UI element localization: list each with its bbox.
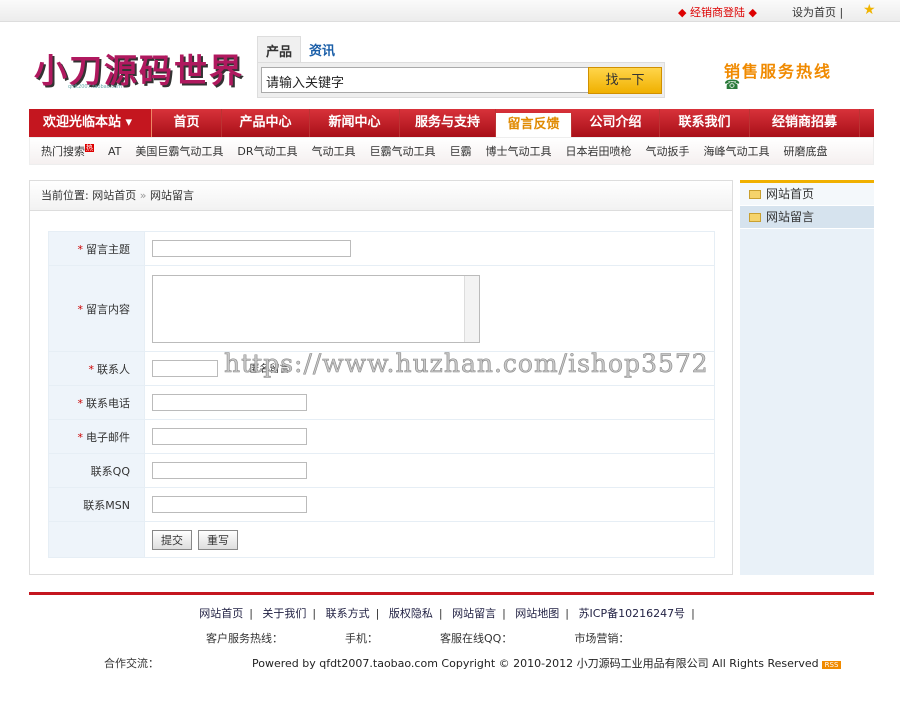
contact-input[interactable]: [152, 360, 218, 378]
email-label: 电子邮件: [86, 430, 130, 444]
hot-search-item[interactable]: 海峰气动工具: [704, 143, 770, 159]
copyright: Powered by qfdt2007.taobao.com Copyright…: [252, 655, 842, 671]
main-nav: 欢迎光临本站 ▾ 首页 产品中心 新闻中心 服务与支持 留言反馈 公司介绍 联系…: [29, 109, 874, 137]
reset-button[interactable]: 重写: [198, 529, 238, 550]
hot-search-bar: 热门搜索热 AT 美国巨霸气动工具 DR气动工具 气动工具 巨霸气动工具 巨霸 …: [29, 137, 874, 165]
nav-home[interactable]: 首页: [152, 109, 222, 137]
nav-contact[interactable]: 联系我们: [660, 109, 750, 137]
welcome-dropdown[interactable]: 欢迎光临本站 ▾: [29, 109, 152, 137]
phone-label: 联系电话: [86, 396, 130, 410]
footer-contact-info: 客户服务热线： 手机： 客服在线QQ： 市场营销：: [206, 630, 629, 646]
online-qq: 客服在线QQ：: [440, 632, 513, 645]
favorite-star-icon[interactable]: ★: [863, 2, 876, 18]
nav-products[interactable]: 产品中心: [222, 109, 310, 137]
hot-search-label: 热门搜索热: [41, 144, 94, 158]
breadcrumb: 当前位置: 网站首页 » 网站留言: [30, 181, 732, 211]
footer-link[interactable]: 关于我们: [262, 607, 306, 620]
search-input[interactable]: 请输入关键字: [261, 67, 589, 93]
rss-icon[interactable]: RSS: [821, 661, 842, 669]
mobile: 手机：: [345, 632, 378, 645]
footer-icp-link[interactable]: 苏ICP备10216247号: [579, 607, 686, 620]
email-input[interactable]: [152, 428, 307, 445]
search-tab-products[interactable]: 产品: [257, 36, 302, 64]
hot-search-item[interactable]: 美国巨霸气动工具: [135, 143, 223, 159]
hot-search-item[interactable]: AT: [108, 145, 121, 158]
footer-divider: [29, 592, 874, 595]
dealer-login-link[interactable]: ◆ 经销商登陆 ◆: [678, 4, 757, 20]
hot-search-item[interactable]: 气动扳手: [646, 143, 690, 159]
subject-label: 留言主题: [86, 242, 130, 256]
hot-search-item[interactable]: DR气动工具: [237, 143, 297, 159]
nav-feedback[interactable]: 留言反馈: [496, 113, 572, 137]
footer-link[interactable]: 联系方式: [326, 607, 370, 620]
qq-input[interactable]: [152, 462, 307, 479]
sidebar-item-feedback[interactable]: 网站留言: [740, 206, 874, 229]
contact-label: 联系人: [97, 362, 130, 376]
breadcrumb-prefix: 当前位置:: [41, 189, 89, 202]
watermark: https://www.huzhan.com/ishop3572: [224, 349, 709, 379]
qq-label: 联系QQ: [90, 464, 130, 478]
hot-badge: 热: [85, 144, 94, 152]
hot-search-item[interactable]: 巨霸: [450, 143, 472, 159]
folder-icon: [749, 190, 761, 199]
hot-search-item[interactable]: 日本岩田喷枪: [566, 143, 632, 159]
submit-button[interactable]: 提交: [152, 529, 192, 550]
phone-icon: ☎: [724, 78, 741, 93]
footer-links: 网站首页 | 关于我们 | 联系方式 | 版权隐私 | 网站留言 | 网站地图 | 苏ICP…: [199, 607, 695, 620]
set-homepage-link[interactable]: 设为首页 |: [792, 4, 843, 20]
breadcrumb-current: 网站留言: [149, 189, 194, 202]
service-hotline: 客户服务热线：: [206, 632, 283, 645]
footer-link[interactable]: 网站地图: [515, 607, 559, 620]
phone-input[interactable]: [152, 394, 307, 411]
search-tab-news[interactable]: 资讯: [301, 36, 343, 64]
sidebar: 网站首页 网站留言: [740, 180, 874, 575]
cooperation-label: 合作交流：: [104, 657, 159, 670]
hot-search-item[interactable]: 气动工具: [312, 143, 356, 159]
folder-icon: [749, 213, 761, 222]
msn-input[interactable]: [152, 496, 307, 513]
hot-search-item[interactable]: 博士气动工具: [486, 143, 552, 159]
nav-news[interactable]: 新闻中心: [310, 109, 400, 137]
footer-link[interactable]: 网站首页: [199, 607, 243, 620]
breadcrumb-home[interactable]: 网站首页: [92, 189, 136, 202]
content-label: 留言内容: [86, 302, 130, 316]
nav-service[interactable]: 服务与支持: [400, 109, 496, 137]
breadcrumb-separator: »: [139, 189, 147, 202]
nav-about[interactable]: 公司介绍: [572, 109, 660, 137]
hot-search-item[interactable]: 巨霸气动工具: [370, 143, 436, 159]
sidebar-item-home[interactable]: 网站首页: [740, 183, 874, 206]
search-button[interactable]: 找一下: [588, 67, 662, 94]
nav-dealer-recruit[interactable]: 经销商招募: [750, 109, 860, 137]
logo-subtext: qfdt2007.taobao.com: [68, 84, 122, 90]
top-bar: ◆ 经销商登陆 ◆ 设为首页 | ★: [0, 0, 900, 22]
msn-label: 联系MSN: [83, 498, 130, 512]
site-logo[interactable]: 小刀源码世界: [34, 44, 244, 92]
marketing: 市场营销：: [574, 632, 630, 645]
hot-search-item[interactable]: 研磨底盘: [784, 143, 828, 159]
footer-link[interactable]: 版权隐私: [389, 607, 433, 620]
feedback-form: * 留言主题 * 留言内容 * 联系人 匿名留言 * 联系电话 * 电子邮件 联系QQ 联…: [48, 231, 715, 558]
search-box: 请输入关键字 找一下: [257, 62, 665, 98]
subject-input[interactable]: [152, 240, 351, 257]
footer-link[interactable]: 网站留言: [452, 607, 496, 620]
content-textarea[interactable]: [152, 274, 480, 343]
